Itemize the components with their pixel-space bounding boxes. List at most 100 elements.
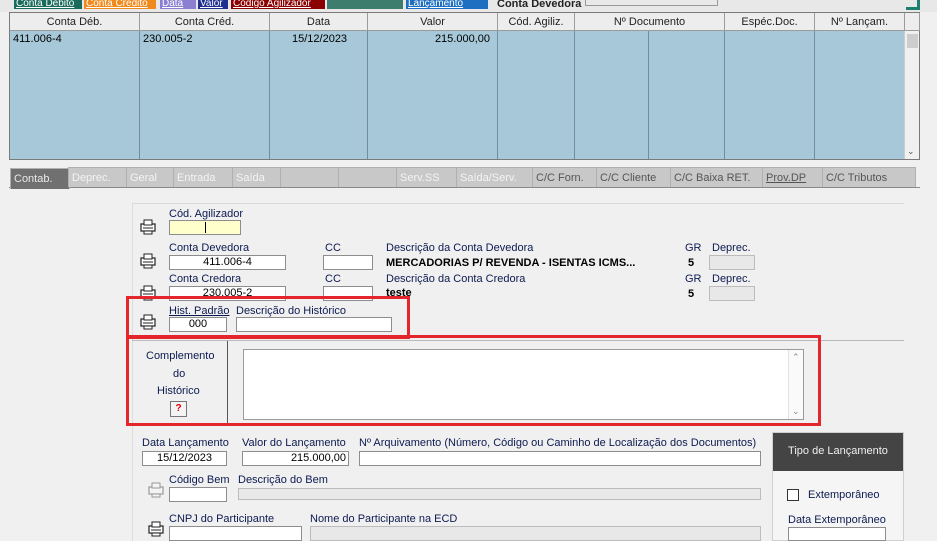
entries-grid[interactable]: Conta Déb. Conta Créd. Data Valor Cód. A… bbox=[9, 12, 920, 160]
tab-entrada[interactable]: Entrada bbox=[173, 167, 233, 187]
data-lancamento-label-text: Data Lançamento bbox=[142, 437, 229, 449]
hist-padrao-label: Hist. Padrão bbox=[169, 305, 230, 317]
col-header-conta-deb[interactable]: Conta Déb. bbox=[10, 13, 140, 31]
grid-vertical-scrollbar[interactable]: ⌄ bbox=[904, 31, 919, 159]
tab-blank-2[interactable] bbox=[338, 167, 398, 187]
top-right-edge bbox=[906, 0, 920, 10]
complemento-label-line2: do bbox=[173, 368, 186, 380]
printer-icon-disabled bbox=[148, 482, 164, 498]
grid-col-line bbox=[815, 31, 905, 159]
conta-devedora-input[interactable]: 411.006-4 bbox=[169, 255, 286, 270]
nome-participante-label: Nome do Participante na ECD bbox=[310, 513, 458, 525]
grid-col-line bbox=[649, 31, 725, 159]
sort-bar: Conta Débito Conta Credito Data Valor Co… bbox=[0, 0, 937, 12]
desc-historico-input[interactable] bbox=[236, 317, 392, 332]
grid-col-line bbox=[140, 31, 270, 159]
col-header-corner bbox=[905, 13, 920, 31]
cnpj-participante-input[interactable] bbox=[169, 526, 302, 541]
descricao-bem-input[interactable] bbox=[238, 488, 761, 500]
tab-bar: Contab. Deprec. Geral Entrada Saída Serv… bbox=[9, 167, 920, 189]
tab-prov-dp[interactable]: Prov.DP bbox=[762, 167, 824, 187]
cc-devedora-input[interactable] bbox=[323, 255, 373, 270]
data-lancamento-input[interactable]: 15/12/2023 bbox=[142, 451, 227, 466]
conta-credora-label: Conta Credora bbox=[169, 273, 242, 285]
complemento-help-button[interactable]: ? bbox=[170, 401, 187, 417]
col-header-espec-doc[interactable]: Espéc.Doc. bbox=[725, 13, 815, 31]
textarea-scrollbar[interactable]: ⌃ ⌄ bbox=[788, 350, 803, 419]
tab-cc-baixa-ret[interactable]: C/C Baixa RET. bbox=[670, 167, 764, 187]
cell-data[interactable]: 15/12/2023 bbox=[292, 33, 347, 45]
col-header-data[interactable]: Data bbox=[270, 13, 368, 31]
grid-col-line bbox=[575, 31, 649, 159]
extemporaneo-checkbox[interactable] bbox=[787, 489, 799, 501]
printer-icon[interactable] bbox=[146, 520, 166, 538]
cell-conta-cred[interactable]: 230.005-2 bbox=[143, 33, 193, 45]
right-edge bbox=[920, 12, 937, 541]
desc-conta-devedora-label: Descrição da Conta Devedora bbox=[386, 242, 534, 254]
cc-credora-label: CC bbox=[325, 273, 341, 285]
chevron-down-icon[interactable]: ⌄ bbox=[792, 406, 800, 417]
gr-devedora-label: GR bbox=[685, 242, 702, 254]
accounting-entry-window: Conta Débito Conta Credito Data Valor Co… bbox=[0, 0, 937, 541]
tab-saida-serv[interactable]: Saída/Serv. bbox=[456, 167, 534, 187]
filter-input[interactable] bbox=[585, 0, 718, 6]
tab-blank-1[interactable] bbox=[280, 167, 340, 187]
col-header-num-documento[interactable]: Nº Documento bbox=[575, 13, 725, 31]
codigo-bem-input[interactable] bbox=[169, 487, 227, 502]
sort-conta-debito-button[interactable]: Conta Débito bbox=[14, 0, 82, 9]
tab-deprec[interactable]: Deprec. bbox=[68, 167, 128, 187]
sort-conta-credito-button[interactable]: Conta Credito bbox=[84, 0, 156, 9]
sort-valor-button[interactable]: Valor bbox=[198, 0, 228, 9]
grid-col-line bbox=[10, 31, 140, 159]
printer-icon[interactable] bbox=[138, 252, 158, 270]
scroll-thumb[interactable] bbox=[907, 34, 918, 48]
extemporaneo-label[interactable]: Extemporâneo bbox=[808, 489, 880, 501]
deprec-credora-input[interactable] bbox=[709, 286, 755, 301]
cell-valor[interactable]: 215.000,00 bbox=[430, 33, 490, 45]
tab-cc-cliente[interactable]: C/C Cliente bbox=[596, 167, 672, 187]
tab-contab[interactable]: Contab. bbox=[10, 168, 70, 189]
grid-col-line bbox=[368, 31, 498, 159]
printer-icon[interactable] bbox=[138, 218, 158, 236]
deprec-devedora-label: Deprec. bbox=[712, 242, 751, 254]
arquivamento-input[interactable] bbox=[359, 451, 761, 466]
desc-historico-label: Descrição do Histórico bbox=[236, 305, 347, 317]
col-header-num-lancam[interactable]: Nº Lançam. bbox=[815, 13, 905, 31]
tab-saida[interactable]: Saída bbox=[232, 167, 282, 187]
data-extemporaneo-label: Data Extemporâneo bbox=[788, 514, 886, 526]
deprec-devedora-input[interactable] bbox=[709, 255, 755, 270]
filter-label: Conta Devedora bbox=[497, 0, 582, 10]
data-extemporaneo-input[interactable] bbox=[788, 527, 886, 541]
nome-participante-input[interactable] bbox=[310, 526, 761, 541]
tab-cc-forn[interactable]: C/C Forn. bbox=[532, 167, 598, 187]
tab-serv-ss[interactable]: Serv.SS bbox=[396, 167, 458, 187]
complemento-label-line1: Complemento bbox=[146, 350, 215, 362]
sort-extra-button[interactable] bbox=[327, 0, 403, 9]
sort-data-button[interactable]: Data bbox=[160, 0, 196, 9]
cell-conta-deb[interactable]: 411.006-4 bbox=[13, 33, 62, 45]
tab-geral[interactable]: Geral bbox=[126, 167, 174, 187]
gr-devedora-value: 5 bbox=[688, 257, 695, 269]
col-header-cod-agiliz[interactable]: Cód. Agiliz. bbox=[498, 13, 575, 31]
col-header-valor[interactable]: Valor bbox=[368, 13, 498, 31]
valor-lancamento-label: Valor do Lançamento bbox=[242, 437, 346, 449]
conta-devedora-label: Conta Devedora bbox=[169, 242, 250, 254]
chevron-up-icon[interactable]: ⌃ bbox=[792, 352, 800, 363]
data-lancamento-label: Data Lançamento bbox=[142, 437, 229, 449]
printer-icon[interactable] bbox=[138, 313, 158, 331]
grid-col-line bbox=[725, 31, 815, 159]
deprec-credora-label: Deprec. bbox=[712, 273, 751, 285]
sort-codigo-agilizador-button[interactable]: Codigo Agilizador bbox=[231, 0, 325, 9]
codigo-bem-label: Código Bem bbox=[169, 474, 230, 486]
grid-col-line bbox=[498, 31, 575, 159]
col-header-conta-cred[interactable]: Conta Créd. bbox=[140, 13, 270, 31]
hist-padrao-input[interactable]: 000 bbox=[169, 317, 227, 332]
tab-cc-tributos[interactable]: C/C Tributos bbox=[822, 167, 916, 187]
cnpj-participante-label: CNPJ do Participante bbox=[169, 513, 275, 525]
valor-lancamento-input[interactable]: 215.000,00 bbox=[242, 451, 349, 466]
complemento-textarea[interactable]: ⌃ ⌄ bbox=[243, 349, 804, 420]
text-cursor bbox=[205, 222, 206, 233]
chevron-down-icon[interactable]: ⌄ bbox=[907, 146, 915, 157]
complemento-divider bbox=[227, 341, 228, 423]
sort-lancamento-button[interactable]: Lançamento bbox=[406, 0, 488, 9]
